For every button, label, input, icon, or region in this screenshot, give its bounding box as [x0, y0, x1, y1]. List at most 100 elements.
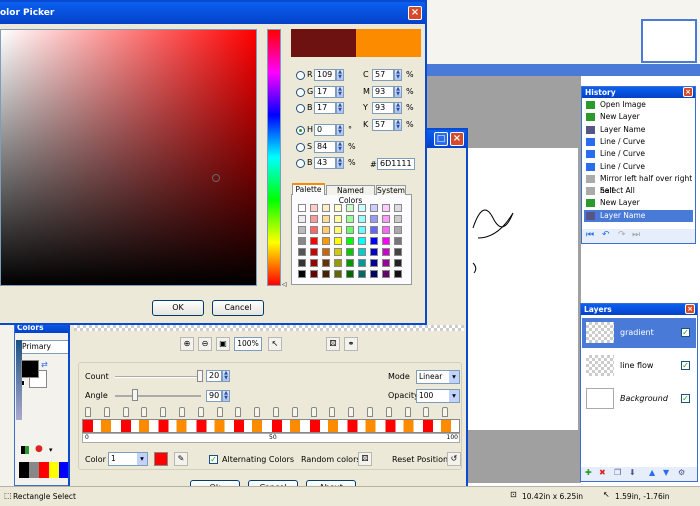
history-item[interactable]: Open Image: [584, 99, 693, 111]
gradient-stop-handle[interactable]: [216, 407, 223, 417]
random-icon[interactable]: ⚄: [326, 337, 340, 351]
color-picker-close-button[interactable]: ×: [408, 6, 422, 20]
gradient-stop-handle[interactable]: [385, 407, 392, 417]
palette-swatch[interactable]: [322, 237, 330, 245]
gradient-stop-handle[interactable]: [141, 407, 148, 417]
count-slider[interactable]: [115, 376, 201, 378]
palette-swatch[interactable]: [310, 204, 318, 212]
gradient-stop-handle[interactable]: [367, 407, 373, 417]
tab-named-colors[interactable]: Named Colors: [326, 185, 375, 205]
angle-slider-thumb[interactable]: [132, 389, 138, 401]
cmyk-spinner[interactable]: ▲ ▼: [394, 119, 402, 131]
history-item[interactable]: Line / Curve: [584, 148, 693, 160]
primary-color-swatch[interactable]: [21, 360, 39, 378]
palette-swatch[interactable]: [370, 270, 378, 278]
palette-swatch[interactable]: [310, 215, 318, 223]
palette-swatch[interactable]: [394, 215, 402, 223]
palette-swatch[interactable]: [370, 204, 378, 212]
palette-swatch[interactable]: [310, 226, 318, 234]
palette-swatch[interactable]: [334, 237, 342, 245]
palette-swatch[interactable]: [382, 270, 390, 278]
history-item[interactable]: Select All: [584, 185, 693, 197]
channel-spinner[interactable]: ▲ ▼: [336, 69, 344, 81]
palette-swatch[interactable]: [322, 259, 330, 267]
palette-swatch[interactable]: [358, 248, 366, 256]
palette-swatch[interactable]: [310, 237, 318, 245]
layers-close-button[interactable]: ×: [685, 304, 695, 314]
palette-swatch[interactable]: [298, 259, 306, 267]
palette-swatch[interactable]: [298, 270, 306, 278]
channel-spinner[interactable]: ▲ ▼: [336, 157, 344, 169]
gradient-stop-handle[interactable]: [122, 407, 129, 417]
count-spinner[interactable]: ▲ ▼: [222, 370, 230, 382]
add-layer-icon[interactable]: ✚: [585, 468, 592, 477]
reset-positions-button[interactable]: ↺: [447, 452, 461, 466]
palette-swatch[interactable]: [346, 215, 354, 223]
palette-swatch[interactable]: [358, 259, 366, 267]
palette-swatch[interactable]: [334, 248, 342, 256]
palette-swatch[interactable]: [394, 204, 402, 212]
cmyk-input[interactable]: 57: [372, 119, 394, 131]
layer-row-gradient[interactable]: gradient ✓: [582, 318, 696, 348]
cmyk-input[interactable]: 57: [372, 69, 394, 81]
channel-radio[interactable]: [296, 143, 305, 152]
gradient-stop-handle[interactable]: [197, 407, 204, 417]
cmyk-input[interactable]: 93: [372, 102, 394, 114]
tab-system[interactable]: System: [376, 185, 406, 195]
channel-radio[interactable]: [296, 88, 305, 97]
mode-select[interactable]: Linear ▾: [416, 370, 460, 384]
palette-swatch[interactable]: [334, 215, 342, 223]
palette-swatch[interactable]: [382, 204, 390, 212]
saturation-value-field[interactable]: [0, 29, 257, 286]
gradient-stop-handle[interactable]: [423, 407, 430, 417]
palette-swatch[interactable]: [298, 215, 306, 223]
gradient-close-button[interactable]: ×: [450, 132, 464, 146]
color-cursor[interactable]: [212, 174, 220, 182]
palette-swatch[interactable]: [358, 237, 366, 245]
pointer-icon[interactable]: ↖: [268, 337, 282, 351]
palette-swatch[interactable]: [382, 248, 390, 256]
gradient-stop-handle[interactable]: [85, 407, 91, 417]
history-item[interactable]: New Layer: [584, 111, 693, 123]
palette-swatch[interactable]: [382, 226, 390, 234]
palette-swatch[interactable]: [334, 226, 342, 234]
gradient-stop-handle[interactable]: [348, 407, 355, 417]
duplicate-layer-icon[interactable]: ❐: [614, 468, 621, 477]
palette-swatch[interactable]: [310, 270, 318, 278]
count-input[interactable]: 20: [206, 370, 222, 382]
gradient-bar[interactable]: [82, 419, 460, 433]
hue-slider[interactable]: [267, 29, 281, 286]
color-picker-cancel-button[interactable]: Cancel: [212, 300, 264, 316]
palette-swatch[interactable]: [358, 226, 366, 234]
channel-radio[interactable]: [296, 71, 305, 80]
gradient-maximize-button[interactable]: □: [434, 132, 448, 146]
palette-swatch[interactable]: [334, 259, 342, 267]
color-picker-ok-button[interactable]: OK: [152, 300, 204, 316]
channel-input[interactable]: 109: [314, 69, 336, 81]
palette-swatch[interactable]: [298, 248, 306, 256]
palette-swatch[interactable]: [346, 248, 354, 256]
angle-slider[interactable]: [115, 395, 201, 397]
palette-swatch[interactable]: [358, 215, 366, 223]
palette-swatch[interactable]: [310, 248, 318, 256]
undo-icon[interactable]: ↶: [602, 230, 610, 240]
palette-swatch[interactable]: [298, 237, 306, 245]
palette-swatch[interactable]: [298, 226, 306, 234]
history-item[interactable]: Mirror left half over right half: [584, 173, 693, 195]
palette-swatch[interactable]: [370, 248, 378, 256]
palette-swatch[interactable]: [394, 259, 402, 267]
gradient-stops-row[interactable]: [82, 407, 460, 419]
image-canvas[interactable]: [468, 148, 578, 430]
palette-swatch[interactable]: [346, 204, 354, 212]
merge-layer-icon[interactable]: ⬇: [629, 468, 636, 477]
channel-spinner[interactable]: ▲ ▼: [336, 141, 344, 153]
gradient-stop-handle[interactable]: [179, 407, 185, 417]
chevron-down-icon[interactable]: ▾: [449, 390, 459, 402]
mini-palette[interactable]: [19, 462, 69, 478]
history-close-button[interactable]: ×: [683, 87, 693, 97]
stop-color-swatch[interactable]: [154, 452, 168, 466]
color-index-select[interactable]: 1 ▾: [108, 452, 148, 466]
palette-swatch[interactable]: [358, 270, 366, 278]
gradient-stop-handle[interactable]: [310, 407, 317, 417]
actual-size-icon[interactable]: ▣: [216, 337, 230, 351]
